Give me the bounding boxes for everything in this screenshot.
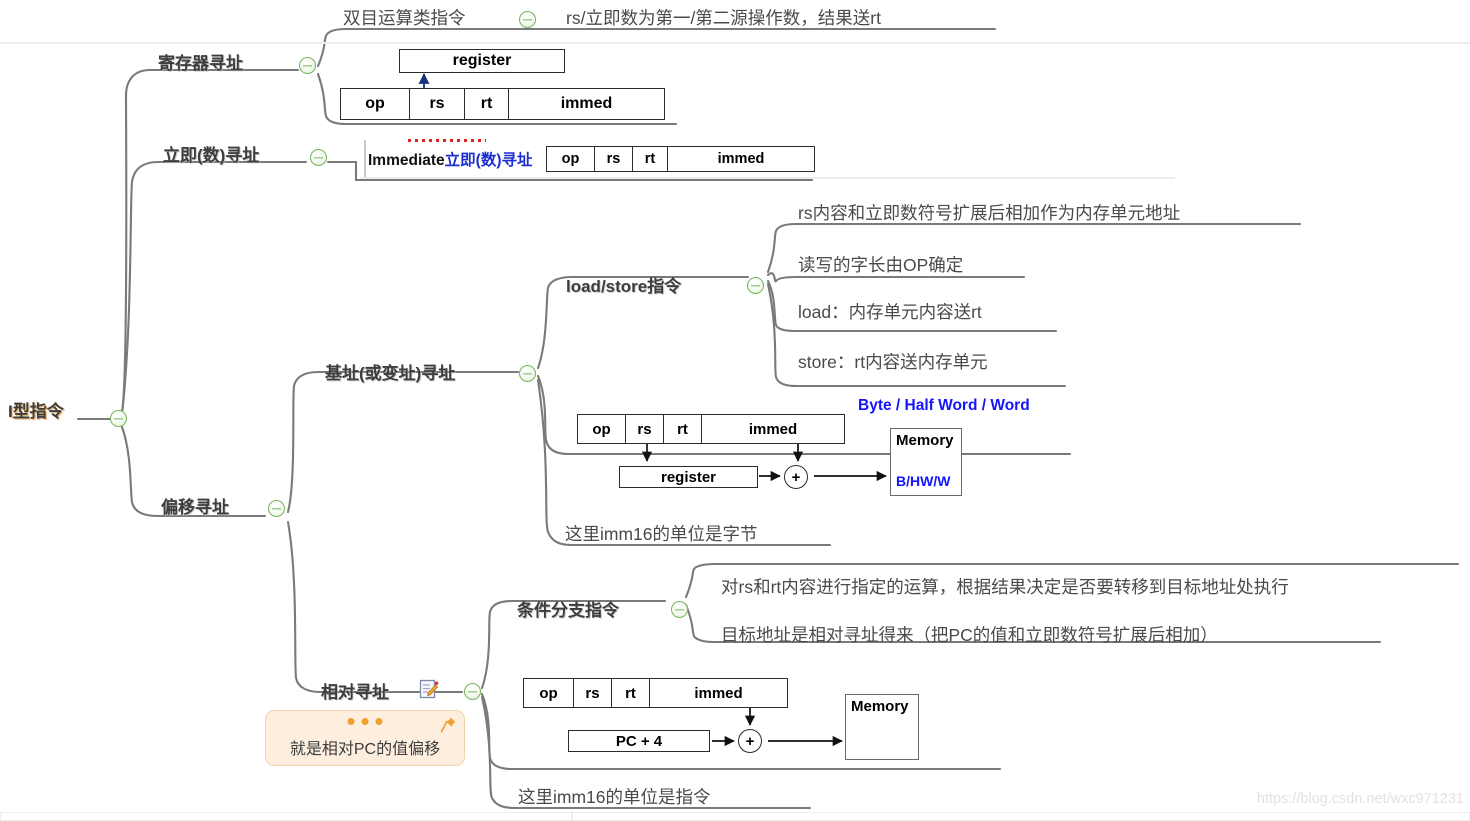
collapse-toggle-register-addressing[interactable] [299,57,316,74]
note-callout-text: 就是相对PC的值偏移 [289,741,441,758]
fmt-cell-op: op [547,147,595,171]
collapse-toggle-immediate-addressing[interactable] [310,149,327,166]
figure-instruction-format-immediate: op rs rt immed [546,146,815,172]
figure-base-arrows [641,444,887,482]
leaf-branch-operation: 对rs和rt内容进行指定的运算，根据结果决定是否要转移到目标地址处执行 [721,577,1289,597]
leaf-ls-word-length: 读写的字长由OP确定 [798,255,964,275]
branch-label-load-store[interactable]: load/store指令 [566,272,681,297]
branch-label-conditional-branch[interactable]: 条件分支指令 [517,596,619,621]
collapse-toggle-load-store[interactable] [747,277,764,294]
fmt-cell-op: op [341,89,410,119]
figure-instruction-format-register: op rs rt immed [340,88,665,120]
fmt-cell-immed: immed [560,95,613,112]
leaf-binary-op-desc: rs/立即数为第一/第二源操作数，结果送rt [566,8,881,28]
fmt-cell-rt: rt [465,89,509,119]
branch-label-register-addressing[interactable]: 寄存器寻址 [158,49,243,74]
root-node-label[interactable]: I型指令 [8,397,64,422]
pin-icon[interactable] [439,716,457,734]
fmt-cell-rt: rt [633,147,668,171]
immediate-red-dotted-underline [408,139,486,142]
immediate-figure-divider [364,140,366,178]
leaf-ls-store: store：rt内容送内存单元 [798,352,988,372]
immediate-caption: Immediate立即(数)寻址 [368,148,533,170]
fmt-cell-rs: rs [595,147,633,171]
collapse-toggle-relative-addressing[interactable] [464,683,481,700]
branch-label-offset-addressing[interactable]: 偏移寻址 [161,493,229,518]
immediate-caption-cn: 立即(数)寻址 [444,152,533,169]
collapse-toggle-conditional-branch[interactable] [671,601,688,618]
fmt-cell-immed: immed [717,151,765,167]
leaf-binary-op-title: 双目运算类指令 [343,8,466,28]
leaf-ls-load: load：内存单元内容送rt [798,302,982,322]
note-callout[interactable]: 就是相对PC的值偏移 [265,710,465,766]
note-dots-indicator [347,718,383,725]
leaf-ls-address-calc: rs内容和立即数符号扩展后相加作为内存单元地址 [798,203,1181,223]
collapse-toggle-offset-addressing[interactable] [268,500,285,517]
bottom-frame-left [0,812,572,821]
leaf-imm16-unit-byte: 这里imm16的单位是字节 [565,524,758,544]
collapse-toggle-binary-op[interactable] [519,11,536,28]
branch-label-base-indexed-addressing[interactable]: 基址(或变址)寻址 [325,359,455,384]
note-edit-icon[interactable] [419,679,439,699]
watermark: https://blog.csdn.net/wxc971231 [1256,791,1464,807]
branch-label-relative-addressing[interactable]: 相对寻址 [321,678,389,703]
mindmap-canvas: I型指令 寄存器寻址 双目运算类指令 rs/立即数为第一/第二源操作数，结果送r… [0,0,1470,821]
fmt-cell-rs: rs [410,89,465,119]
immediate-divider [360,177,1175,179]
branch-label-immediate-addressing[interactable]: 立即(数)寻址 [163,141,259,166]
figure-register-box: register [399,49,565,73]
leaf-imm16-unit-instruction: 这里imm16的单位是指令 [518,787,711,807]
collapse-toggle-base-indexed-addressing[interactable] [519,365,536,382]
top-divider [0,42,1470,44]
leaf-branch-target-address: 目标地址是相对寻址得来（把PC的值和立即数符号扩展后相加） [721,625,1218,645]
root-collapse-toggle[interactable] [110,410,127,427]
immediate-caption-en: Immediate [368,152,445,169]
figure-relative-arrows [712,708,843,747]
bottom-frame-right [572,812,1470,821]
